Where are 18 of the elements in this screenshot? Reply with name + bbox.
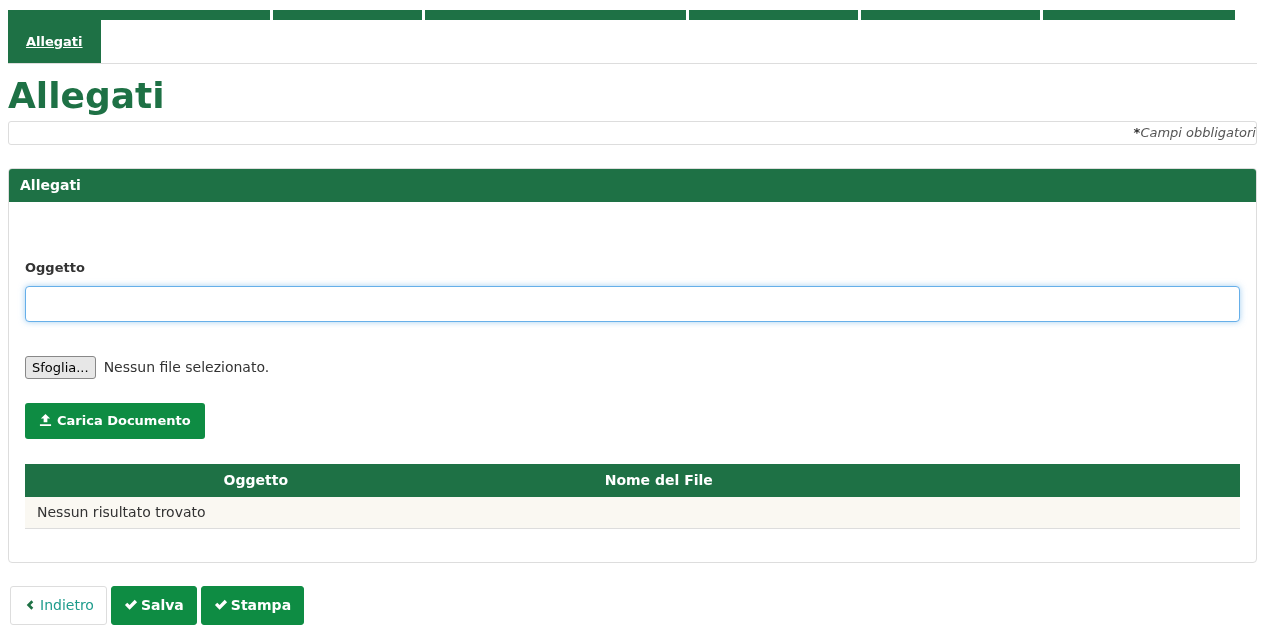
check-icon (213, 597, 228, 611)
required-note: *Campi obbligatori (8, 121, 1257, 146)
field-label: Oggetto (25, 259, 86, 278)
upload-icon (39, 413, 52, 427)
back-button[interactable]: Indietro (10, 585, 107, 625)
file-status: Nessun file selezionato. (103, 357, 270, 377)
action-button[interactable]: Salva (110, 585, 197, 625)
column-header: Oggetto (25, 463, 487, 497)
tab[interactable]: Allegati (8, 20, 101, 63)
page-title: Allegati (8, 75, 166, 116)
column-header: Nome del File (486, 463, 779, 497)
input-field[interactable] (25, 285, 1240, 322)
browse-button[interactable]: Sfoglia... (25, 355, 96, 380)
action-button[interactable]: Stampa (200, 585, 305, 625)
check-icon (123, 597, 138, 611)
panel-header: Allegati (9, 169, 1256, 203)
empty-message: Nessun risultato trovato (25, 496, 1240, 529)
upload-button[interactable]: Carica Documento (25, 403, 205, 439)
